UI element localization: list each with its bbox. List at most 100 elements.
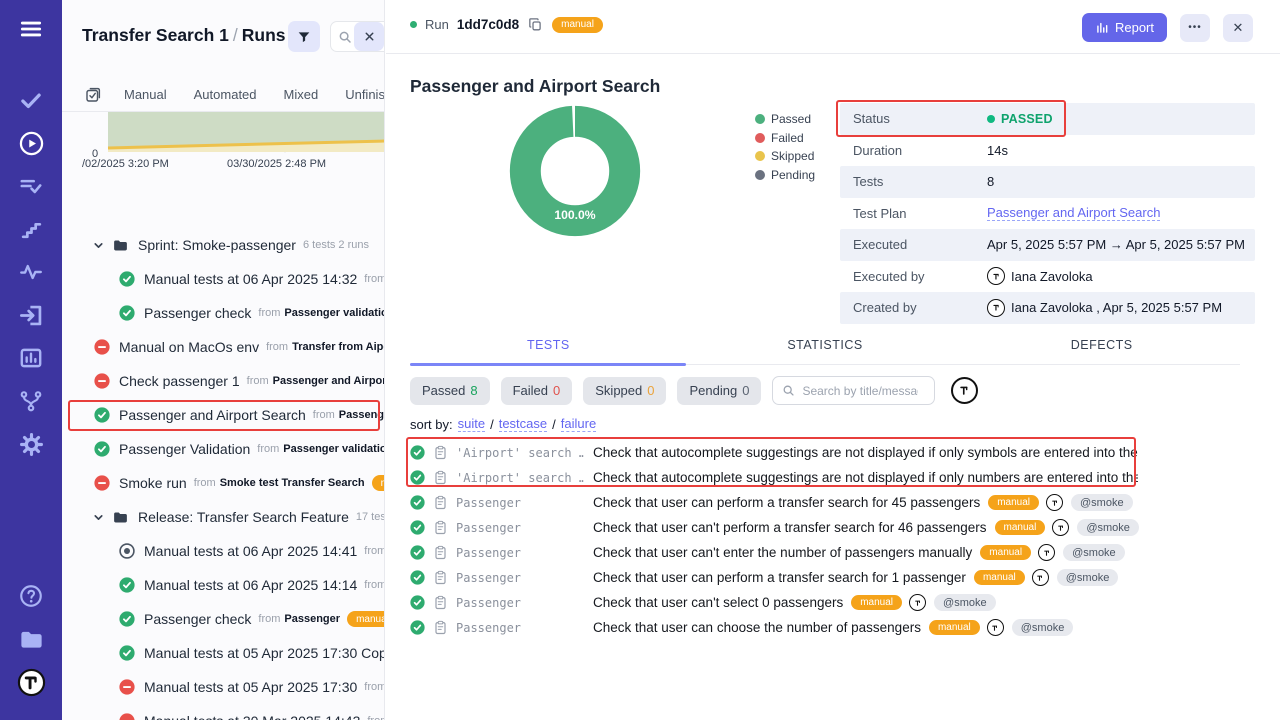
steps-icon[interactable] (16, 214, 46, 244)
results-donut-chart: 100.0% (500, 96, 650, 246)
tab-tests[interactable]: TESTS (410, 338, 687, 364)
test-row[interactable]: 'Airport' search … Check that autocomple… (410, 465, 1270, 490)
sort-by-testcase[interactable]: testcase (499, 416, 547, 432)
tests-search-input[interactable] (800, 383, 920, 399)
result-filters: Passed8 Failed0 Skipped0 Pending0 (410, 376, 978, 405)
tree-run[interactable]: Manual tests at 30 Mar 2025 14:43 from T… (62, 704, 384, 720)
filter-skipped[interactable]: Skipped0 (583, 377, 666, 405)
smoke-tag[interactable]: @smoke (1071, 494, 1133, 511)
breadcrumb-page: Runs (242, 25, 286, 45)
testcase-icon (433, 620, 448, 635)
test-row[interactable]: Passenger Check that user can't perform … (410, 515, 1270, 540)
folder-icon[interactable] (16, 624, 46, 654)
run-label: Manual tests at 06 Apr 2025 14:14 (144, 577, 357, 593)
assignee-avatar[interactable] (951, 377, 978, 404)
info-label: Executed (840, 237, 987, 252)
breadcrumb-project[interactable]: Transfer Search 1 (82, 25, 229, 45)
bar-chart-icon[interactable] (16, 343, 46, 373)
info-label: Created by (840, 300, 987, 315)
test-row[interactable]: 'Airport' search … Check that autocomple… (410, 440, 1270, 465)
more-button[interactable]: ••• (1180, 14, 1210, 42)
filter-failed[interactable]: Failed0 (501, 377, 573, 405)
manual-badge: manual (372, 475, 385, 491)
passed-icon (119, 305, 135, 321)
filter-passed[interactable]: Passed8 (410, 377, 490, 405)
tree-run[interactable]: Passenger check from Passenger manual 6 (62, 602, 384, 636)
test-row[interactable]: Passenger Check that user can't select 0… (410, 590, 1270, 615)
test-row[interactable]: Passenger Check that user can perform a … (410, 490, 1270, 515)
check-icon[interactable] (16, 85, 46, 115)
user-avatar (1038, 544, 1055, 561)
tree-folder[interactable]: Release: Transfer Search Feature 17 test… (62, 500, 384, 534)
select-all-icon[interactable] (84, 86, 102, 104)
legend-dot-skipped (755, 151, 765, 161)
filter-label: Passed (422, 383, 465, 398)
report-button[interactable]: Report (1082, 13, 1167, 42)
tree-run[interactable]: Manual tests at 05 Apr 2025 17:30 Copy f… (62, 636, 384, 670)
logo-avatar[interactable] (16, 667, 46, 697)
tab-unfinished[interactable]: Unfinished (345, 87, 385, 102)
legend-item-pending: Pending (755, 168, 815, 182)
tree-run[interactable]: Manual tests at 06 Apr 2025 14:32 from P… (62, 262, 384, 296)
smoke-tag[interactable]: @smoke (1012, 619, 1074, 636)
tab-statistics[interactable]: STATISTICS (687, 338, 964, 364)
failed-icon (119, 713, 135, 720)
close-run-button[interactable]: ✕ (1223, 14, 1253, 42)
info-value: Iana Zavoloka , Apr 5, 2025 5:57 PM (1011, 300, 1222, 315)
tree-run[interactable]: Manual tests at 05 Apr 2025 17:30 from T… (62, 670, 384, 704)
run-source: Passenger validation (284, 307, 385, 319)
test-suite: Passenger (456, 546, 584, 560)
smoke-tag[interactable]: @smoke (934, 594, 996, 611)
copy-icon[interactable] (527, 16, 544, 33)
test-plan-link[interactable]: Passenger and Airport Search (987, 205, 1160, 221)
tree-run[interactable]: Smoke run from Smoke test Transfer Searc… (62, 466, 384, 500)
tab-mixed[interactable]: Mixed (284, 87, 319, 102)
tab-defects[interactable]: DEFECTS (963, 338, 1240, 364)
filter-button[interactable] (288, 21, 320, 52)
filter-pending[interactable]: Pending0 (677, 377, 761, 405)
play-circle-icon[interactable] (16, 128, 46, 158)
clear-search-button[interactable] (354, 22, 384, 51)
tree-run[interactable]: Manual on MacOs env from Transfer from A… (62, 330, 384, 364)
from-label: from (258, 613, 280, 625)
tree-run[interactable]: Passenger check from Passenger validatio… (62, 296, 384, 330)
smoke-tag[interactable]: @smoke (1077, 519, 1139, 536)
smoke-tag[interactable]: @smoke (1057, 569, 1119, 586)
tree-run[interactable]: Manual tests at 06 Apr 2025 14:41 from T… (62, 534, 384, 568)
tree-run[interactable]: Manual tests at 06 Apr 2025 14:14 from P… (62, 568, 384, 602)
user-avatar (987, 619, 1004, 636)
smoke-tag[interactable]: @smoke (1063, 544, 1125, 561)
chevron-down-icon[interactable] (92, 239, 105, 252)
tab-automated[interactable]: Automated (194, 87, 257, 102)
list-check-icon[interactable] (16, 171, 46, 201)
run-label: Manual tests at 05 Apr 2025 17:30 (144, 679, 357, 695)
info-value: Apr 5, 2025 5:57 PM → Apr 5, 2025 5:57 P… (987, 237, 1245, 252)
passed-icon (410, 545, 425, 560)
branch-icon[interactable] (16, 386, 46, 416)
sort-by-failure[interactable]: failure (561, 416, 596, 432)
info-label: Tests (840, 174, 987, 189)
test-row[interactable]: Passenger Check that user can perform a … (410, 565, 1270, 590)
run-source: Transfer from Aiport (292, 341, 385, 353)
sign-in-icon[interactable] (16, 300, 46, 330)
gear-icon[interactable] (16, 429, 46, 459)
tree-folder[interactable]: Sprint: Smoke-passenger 6 tests 2 runs (62, 228, 384, 262)
detail-tabs: TESTS STATISTICS DEFECTS (410, 338, 1240, 365)
tree-run[interactable]: Passenger Validation from Passenger vali… (62, 432, 384, 466)
test-row[interactable]: Passenger Check that user can choose the… (410, 615, 1270, 640)
test-row[interactable]: Passenger Check that user can't enter th… (410, 540, 1270, 565)
tree-run[interactable]: Check passenger 1 from Passenger and Air… (62, 364, 384, 398)
menu-icon[interactable] (16, 14, 46, 44)
passed-icon (410, 470, 425, 485)
manual-badge: manual (995, 520, 1046, 535)
tab-manual[interactable]: Manual (124, 87, 167, 102)
passed-icon (119, 611, 135, 627)
testcase-icon (433, 545, 448, 560)
activity-icon[interactable] (16, 257, 46, 287)
tests-search[interactable] (772, 376, 935, 405)
help-icon[interactable] (16, 581, 46, 611)
chevron-down-icon[interactable] (92, 511, 105, 524)
tree-run-selected[interactable]: Passenger and Airport Search from Passen… (62, 398, 384, 432)
run-type-tabs: Manual Automated Mixed Unfinished (62, 78, 385, 112)
sort-by-suite[interactable]: suite (458, 416, 485, 432)
